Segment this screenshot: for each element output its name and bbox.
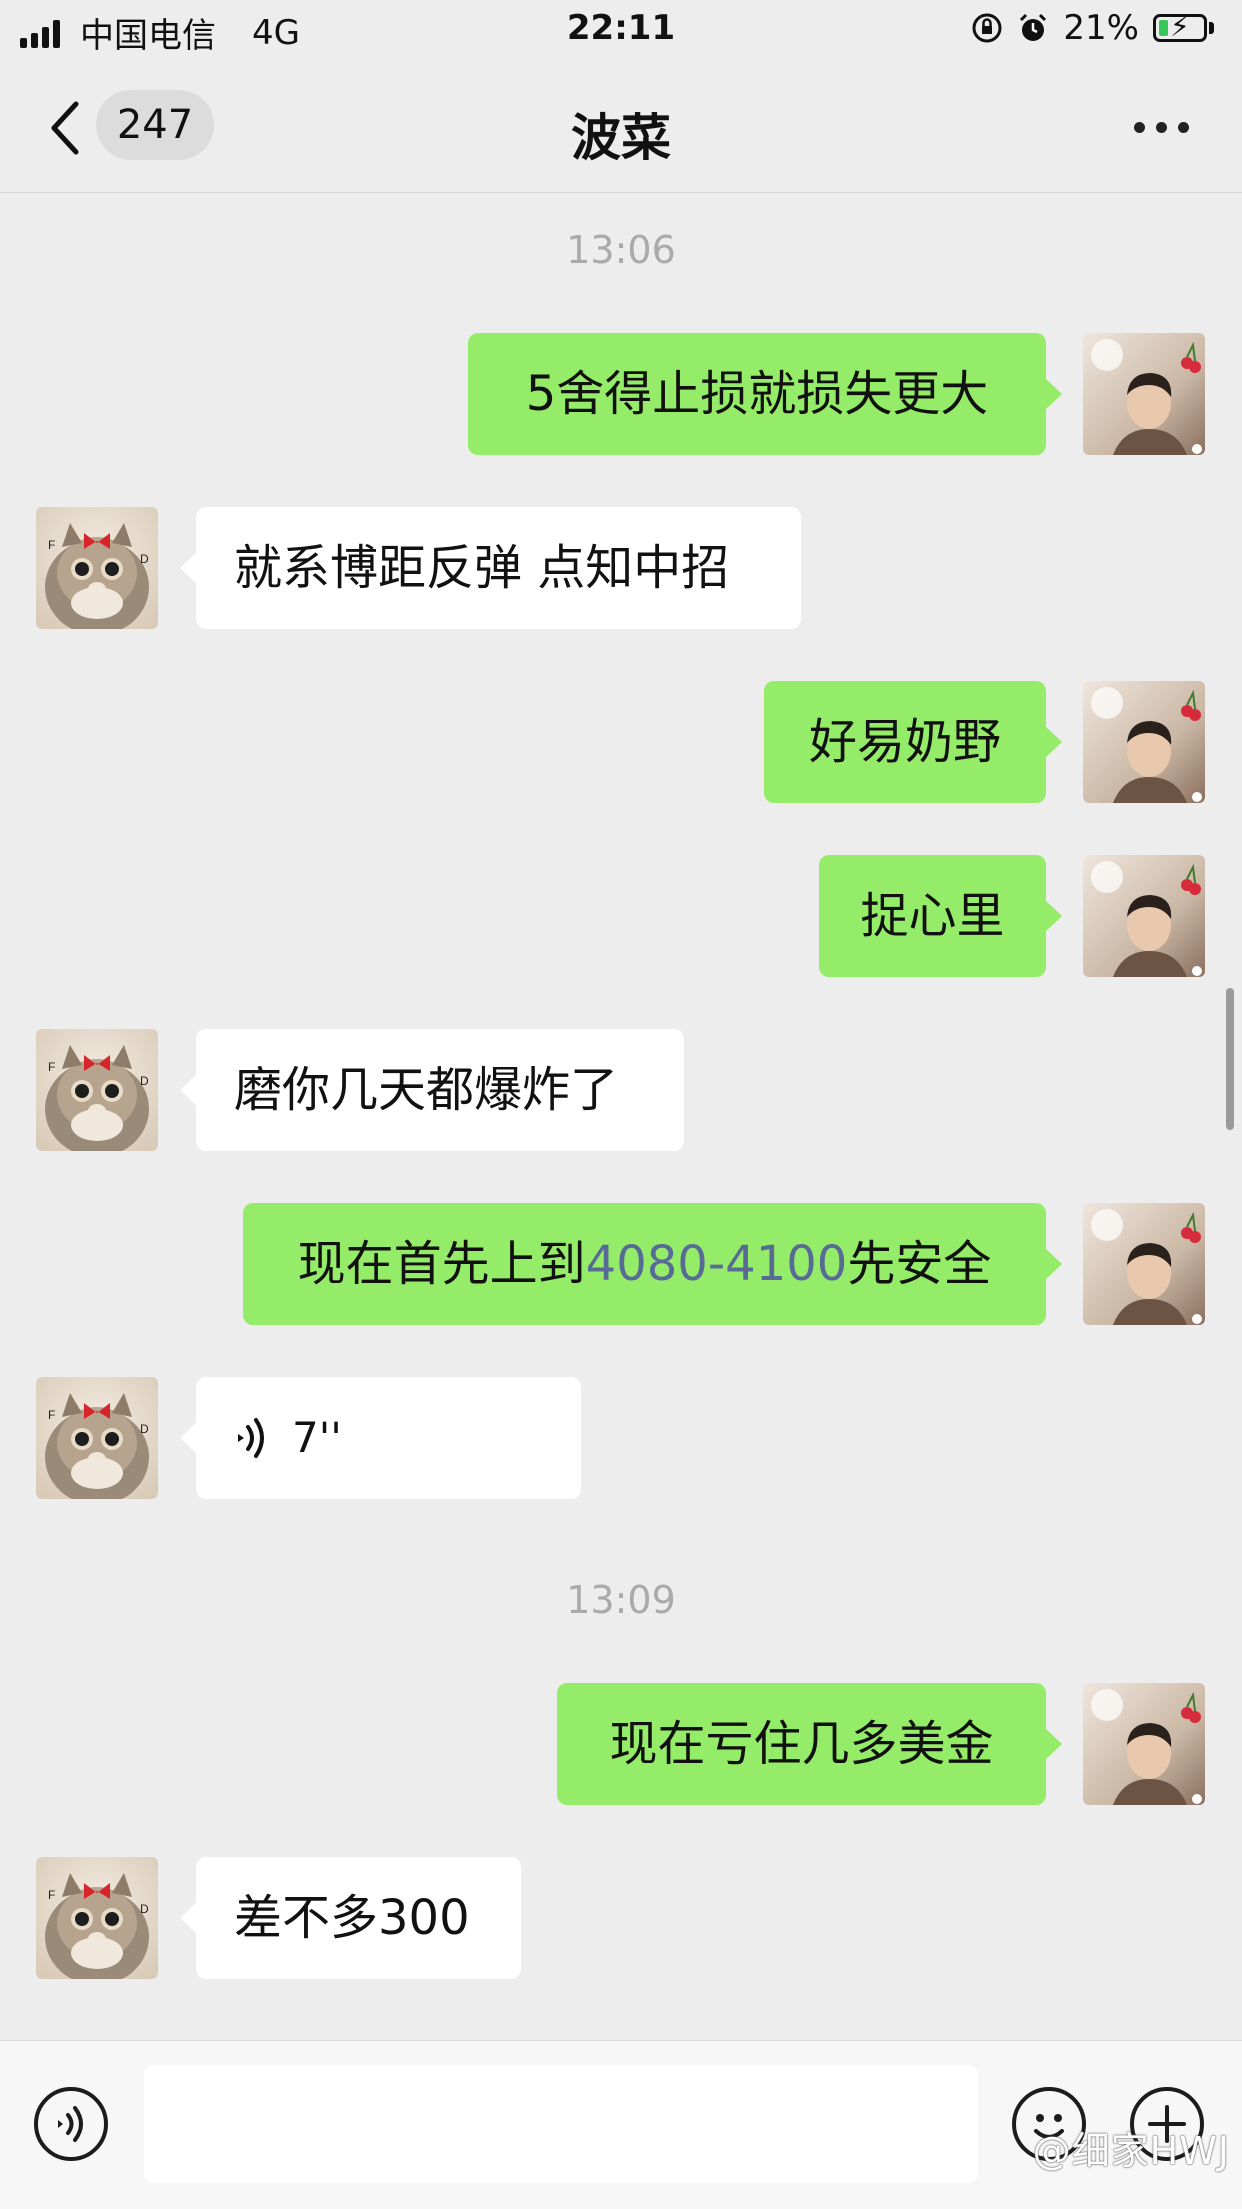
- contact-avatar[interactable]: [36, 1029, 158, 1151]
- message-timestamp: 13:09: [566, 1578, 676, 1622]
- outgoing-message-bubble[interactable]: 5舍得止损就损失更大: [468, 333, 1062, 455]
- message-timestamp: 13:06: [566, 228, 676, 272]
- contact-avatar[interactable]: [36, 1377, 158, 1499]
- scrollbar[interactable]: [1226, 988, 1234, 1130]
- chat-title: 波菜: [571, 109, 671, 167]
- voice-playback-icon: [238, 1418, 264, 1458]
- contact-avatar[interactable]: [36, 507, 158, 629]
- battery-icon: ⚡: [1153, 13, 1207, 42]
- my-avatar[interactable]: [1083, 681, 1205, 803]
- alarm-icon: [1020, 13, 1047, 41]
- message-text: 现在首先上到: [297, 1236, 586, 1292]
- contact-avatar[interactable]: [36, 1857, 158, 1979]
- battery-tip: [1209, 22, 1214, 34]
- input-bar: @细家HWJ: [0, 2040, 1242, 2209]
- my-avatar[interactable]: [1083, 855, 1205, 977]
- incoming-message-bubble[interactable]: 差不多300: [180, 1857, 521, 1979]
- voice-duration: 7'': [292, 1413, 342, 1462]
- message-text: 先安全: [847, 1236, 992, 1292]
- outgoing-message-bubble[interactable]: 捉心里: [819, 855, 1062, 977]
- battery-percent: 21%: [1063, 8, 1139, 48]
- my-avatar[interactable]: [1083, 333, 1205, 455]
- message-input[interactable]: [144, 2065, 978, 2183]
- status-bar: 中国电信 4G 22:11 21% ⚡: [0, 0, 1242, 62]
- chat-header: 247 波菜: [0, 62, 1242, 193]
- my-avatar[interactable]: [1083, 1203, 1205, 1325]
- my-avatar[interactable]: [1083, 1683, 1205, 1805]
- incoming-message-bubble[interactable]: 磨你几天都爆炸了: [180, 1029, 684, 1151]
- voice-message-bubble[interactable]: 7'': [180, 1377, 581, 1499]
- watermark: @细家HWJ: [1032, 2129, 1230, 2173]
- rotation-lock-icon: [972, 13, 1002, 43]
- outgoing-message-bubble[interactable]: 好易奶野: [764, 681, 1062, 803]
- outgoing-message-bubble[interactable]: 现在首先上到4080-4100先安全: [243, 1203, 1062, 1325]
- incoming-message-bubble[interactable]: 就系博距反弹 点知中招: [180, 507, 801, 629]
- more-dots-icon[interactable]: [1132, 106, 1192, 146]
- message-number-link[interactable]: 4080-4100: [586, 1236, 848, 1292]
- outgoing-message-bubble[interactable]: 现在亏住几多美金: [557, 1683, 1062, 1805]
- voice-input-icon[interactable]: [34, 2087, 108, 2161]
